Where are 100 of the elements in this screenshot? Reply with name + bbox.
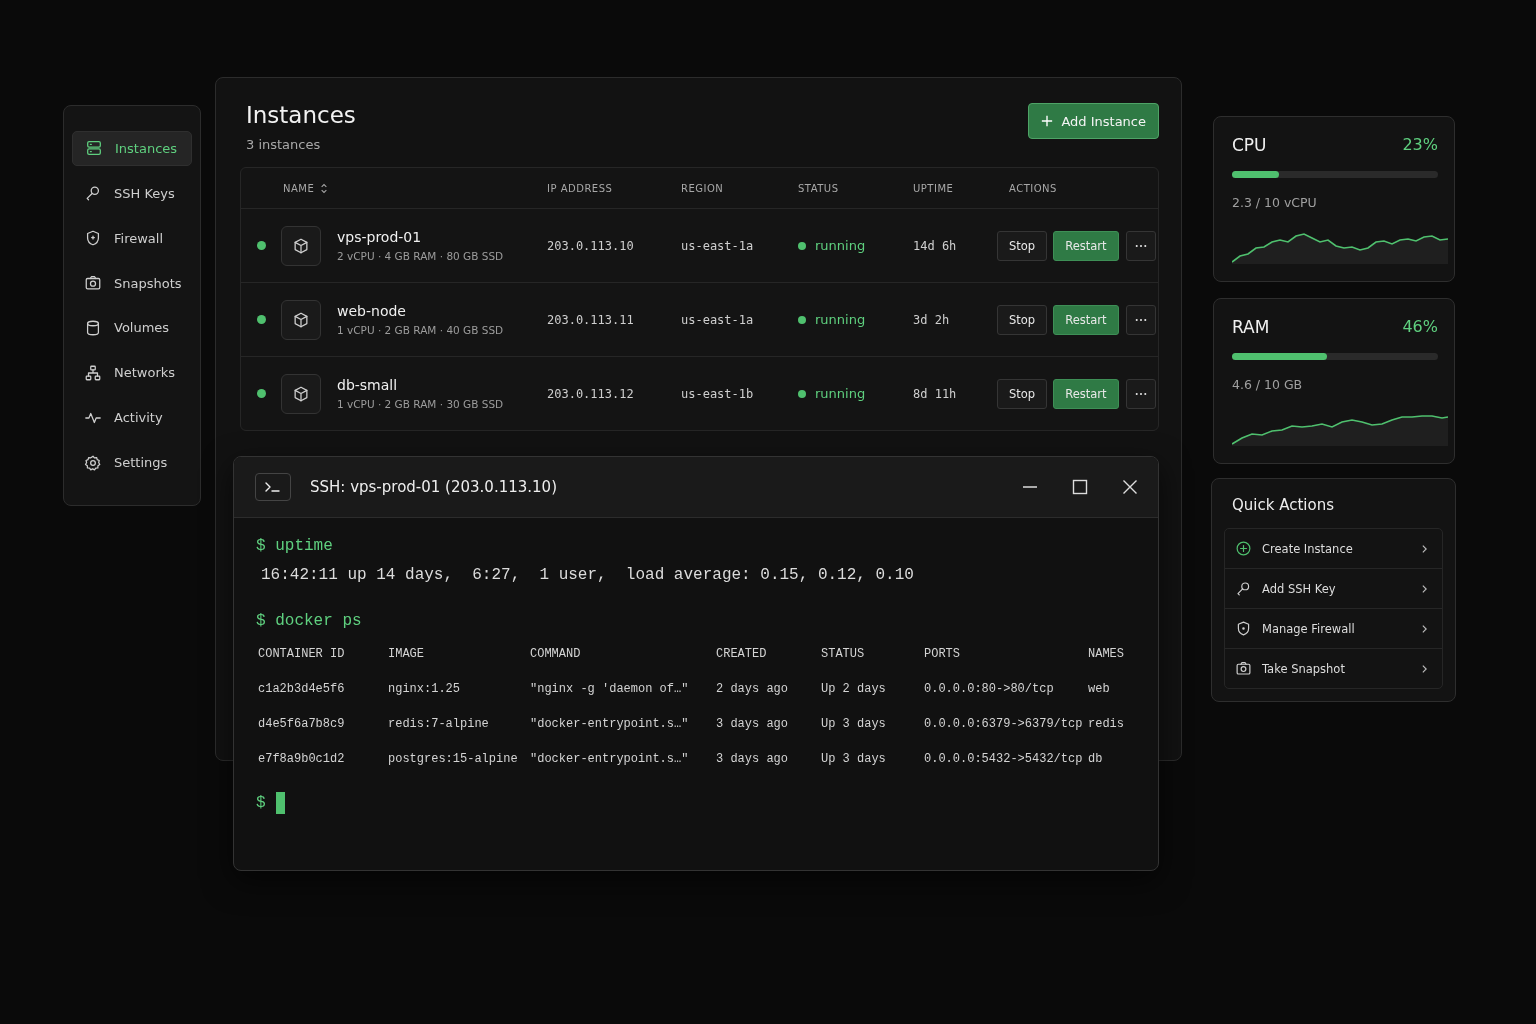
terminal-column-header: PORTS: [924, 647, 961, 661]
terminal-cell-text: Up 3 days: [821, 752, 887, 766]
chevron-right-icon: [1421, 623, 1428, 634]
restart-button[interactable]: Restart: [1053, 230, 1119, 261]
sidebar-item[interactable]: Volumes: [72, 310, 192, 346]
more-icon: [1134, 391, 1147, 396]
ip-address: 203.0.113.11: [547, 312, 635, 327]
restart-button[interactable]: Restart: [1053, 304, 1119, 335]
status-dot: [798, 241, 806, 250]
quick-action-item[interactable]: Take Snapshot: [1225, 648, 1442, 688]
sidebar-item[interactable]: Snapshots: [72, 265, 192, 301]
status-dot: [798, 389, 806, 398]
terminal-cell-text: d4e5f6a7b8c9: [258, 717, 346, 731]
status-text: running: [815, 238, 866, 253]
terminal-column-header: COMMAND: [530, 647, 582, 661]
stop-button[interactable]: Stop: [997, 378, 1048, 409]
column-header: STATUS: [798, 182, 839, 194]
uptime: 3d 2h: [913, 312, 951, 327]
stop-button[interactable]: Stop: [997, 230, 1048, 261]
close-icon[interactable]: [1122, 479, 1138, 495]
camera-icon: [1235, 660, 1252, 677]
terminal-cell-text: "docker-entrypoint.s…": [530, 717, 690, 731]
more-icon: [1134, 243, 1147, 248]
metric-percent: 23%: [1402, 135, 1438, 155]
key-icon: [1235, 580, 1252, 597]
terminal-column-header: STATUS: [821, 647, 866, 661]
status-dot: [256, 241, 266, 250]
key-icon: [84, 184, 102, 203]
quick-action-item[interactable]: Add SSH Key: [1225, 568, 1442, 608]
terminal-cell-text: 0.0.0.0:5432->5432/tcp: [924, 752, 1084, 766]
uptime: 8d 11h: [913, 386, 958, 401]
quick-action-item[interactable]: Manage Firewall: [1225, 608, 1442, 648]
window-title: SSH: vps-prod-01 (203.0.113.10): [310, 478, 558, 496]
instance-icon: [281, 225, 321, 266]
ip-address: 203.0.113.12: [547, 386, 635, 401]
terminal-command: $ uptime: [256, 537, 334, 555]
card-title: Quick Actions: [1231, 496, 1335, 514]
instance-specs: 2 vCPU · 4 GB RAM · 80 GB SSD: [337, 250, 504, 262]
terminal-output: 16:42:11 up 14 days, 6:27, 1 user, load average: 0.15, 0.12, 0.10: [261, 566, 915, 584]
column-header[interactable]: NAME: [283, 182, 315, 194]
terminal-column-header: CONTAINER ID: [258, 647, 346, 661]
terminal-cell-text: 0.0.0.0:6379->6379/tcp: [924, 717, 1084, 731]
quick-action-item[interactable]: Create Instance: [1225, 529, 1442, 568]
uptime: 14d 6h: [913, 238, 958, 253]
gear-icon: [84, 453, 102, 472]
network-icon: [84, 363, 102, 382]
instance-name: web-node: [337, 303, 407, 319]
sidebar-item[interactable]: Settings: [72, 445, 192, 480]
terminal-cell-text: nginx:1.25: [388, 682, 461, 696]
sidebar-item[interactable]: Firewall: [72, 220, 192, 256]
metric-name: RAM: [1232, 317, 1270, 337]
terminal-cell-text: 3 days ago: [716, 717, 789, 731]
page-title: Instances: [246, 102, 356, 128]
camera-icon: [84, 274, 102, 293]
instance-specs: 1 vCPU · 2 GB RAM · 40 GB SSD: [337, 324, 504, 336]
terminal-icon: [255, 473, 291, 501]
terminal-prompt: $: [256, 794, 266, 812]
terminal-cell-text: 3 days ago: [716, 752, 789, 766]
region: us-east-1b: [681, 386, 755, 401]
terminal-cell-text: "docker-entrypoint.s…": [530, 752, 690, 766]
region: us-east-1a: [681, 238, 755, 253]
terminal-cell-text: c1a2b3d4e5f6: [258, 682, 346, 696]
sidebar-item[interactable]: SSH Keys: [72, 175, 192, 211]
terminal-cell-text: e7f8a9b0c1d2: [258, 752, 346, 766]
terminal-command: $ docker ps: [256, 612, 363, 630]
terminal-cell-text: 2 days ago: [716, 682, 789, 696]
instance-icon: [281, 373, 321, 414]
instance-specs: 1 vCPU · 2 GB RAM · 30 GB SSD: [337, 398, 504, 410]
region: us-east-1a: [681, 312, 755, 327]
maximize-icon[interactable]: [1072, 479, 1088, 495]
status-dot: [256, 389, 266, 398]
terminal-cell-text: postgres:15-alpine: [388, 752, 519, 766]
terminal-cell-text: db: [1088, 752, 1104, 766]
plus-circle-icon: [1235, 540, 1252, 557]
status-text: running: [815, 312, 866, 327]
ip-address: 203.0.113.10: [547, 238, 635, 253]
sidebar-item[interactable]: Activity: [72, 400, 192, 436]
restart-button[interactable]: Restart: [1053, 378, 1119, 409]
add-instance-button[interactable]: Add Instance: [1028, 103, 1159, 139]
database-icon: [84, 318, 102, 337]
metric-detail: 4.6 / 10 GB: [1232, 377, 1304, 392]
instance-name: vps-prod-01: [337, 229, 423, 245]
stop-button[interactable]: Stop: [997, 304, 1048, 335]
shield-icon: [84, 229, 102, 248]
chevron-right-icon: [1421, 583, 1428, 594]
terminal-cell-text: redis: [1088, 717, 1125, 731]
sort-icon[interactable]: [320, 182, 329, 194]
terminal-cell-text: web: [1088, 682, 1111, 696]
terminal-cell-text: "nginx -g 'daemon of…": [530, 682, 690, 696]
terminal-cell-text: Up 3 days: [821, 717, 887, 731]
status-dot: [256, 315, 266, 324]
plus-icon: [1041, 115, 1054, 127]
column-header: UPTIME: [913, 182, 954, 194]
sidebar-item[interactable]: Instances: [72, 131, 192, 166]
column-header: REGION: [681, 182, 724, 194]
text-cursor: [275, 792, 285, 814]
status-text: running: [815, 386, 866, 401]
sidebar-item[interactable]: Networks: [72, 355, 192, 391]
chevron-right-icon: [1421, 663, 1428, 674]
metric-detail: 2.3 / 10 vCPU: [1232, 195, 1318, 210]
